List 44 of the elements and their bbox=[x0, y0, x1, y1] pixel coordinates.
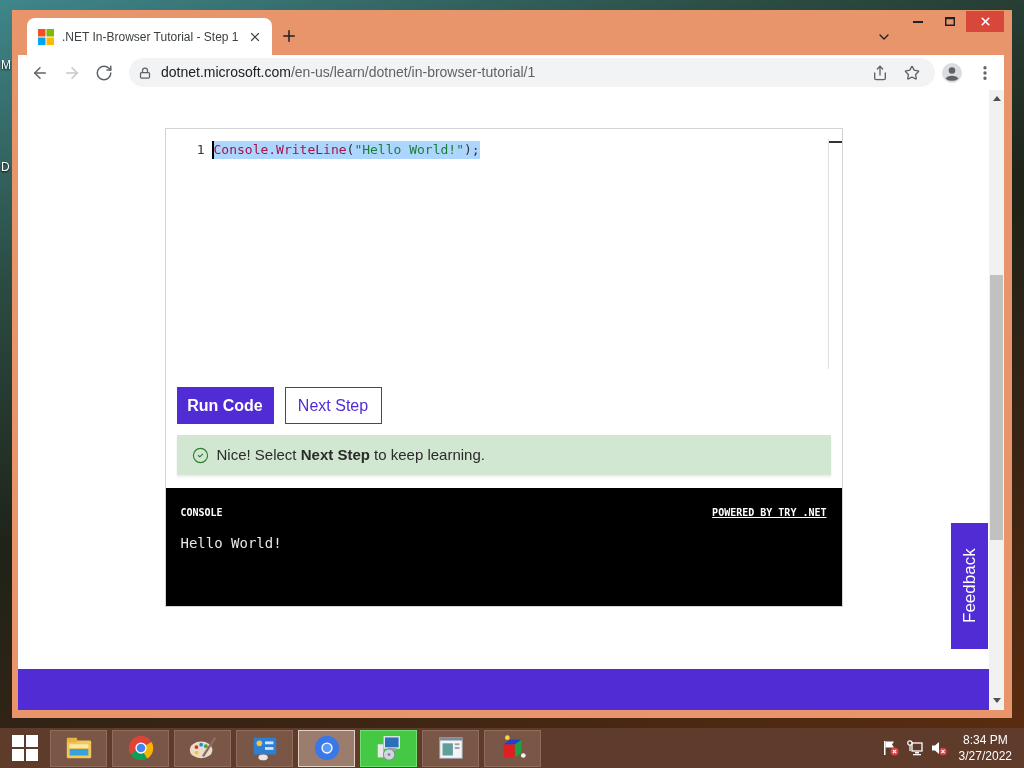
text-cursor bbox=[211, 141, 214, 159]
lock-icon[interactable] bbox=[139, 66, 151, 79]
flag-error-icon[interactable] bbox=[882, 740, 899, 756]
line-number: 1 bbox=[195, 141, 205, 160]
page-scrollbar[interactable] bbox=[989, 90, 1004, 710]
profile-avatar-icon[interactable] bbox=[942, 62, 962, 83]
clock-date[interactable]: 3/27/2022 bbox=[958, 748, 1012, 764]
new-tab-icon[interactable] bbox=[280, 27, 298, 45]
windows-logo-icon bbox=[12, 735, 38, 761]
browser-tab[interactable]: .NET In-Browser Tutorial - Step 1 bbox=[27, 18, 272, 55]
minimize-icon bbox=[913, 20, 923, 23]
next-step-button[interactable]: Next Step bbox=[284, 387, 382, 424]
check-circle-icon bbox=[191, 446, 209, 464]
desktop-icon-label: M bbox=[1, 58, 11, 72]
maximize-icon bbox=[945, 17, 955, 26]
console-output: Hello World! bbox=[180, 534, 282, 552]
star-icon[interactable] bbox=[904, 64, 921, 81]
scroll-up-icon[interactable] bbox=[992, 96, 1001, 101]
network-icon[interactable] bbox=[906, 740, 923, 756]
desktop-icon-label: D bbox=[1, 160, 11, 174]
powered-by-link[interactable]: POWERED BY TRY .NET bbox=[712, 505, 827, 520]
taskbar-app-button[interactable] bbox=[50, 729, 107, 767]
clock-time[interactable]: 8:34 PM bbox=[962, 732, 1008, 748]
feedback-button[interactable]: Feedback bbox=[951, 523, 988, 649]
window-close-button[interactable] bbox=[966, 11, 1004, 32]
console-title: CONSOLE bbox=[180, 506, 223, 520]
url-text: dotnet.microsoft.com/en-us/learn/dotnet/in-browser-tutorial/1 bbox=[161, 63, 537, 82]
four-squares-logo-icon bbox=[38, 28, 54, 45]
close-icon bbox=[978, 15, 992, 28]
taskbar-app-button[interactable] bbox=[236, 729, 293, 767]
taskbar-app-button[interactable] bbox=[174, 729, 231, 767]
reload-icon[interactable] bbox=[95, 63, 113, 82]
taskbar-app-button[interactable] bbox=[360, 729, 417, 767]
scroll-down-icon[interactable] bbox=[992, 698, 1001, 703]
scrollbar-thumb[interactable] bbox=[990, 275, 1003, 540]
tab-title: .NET In-Browser Tutorial - Step 1 bbox=[62, 28, 240, 46]
speaker-muted-icon[interactable] bbox=[930, 740, 947, 756]
address-bar[interactable]: dotnet.microsoft.com/en-us/learn/dotnet/in-browser-tutorial/1 bbox=[129, 58, 936, 87]
taskbar-app-button[interactable] bbox=[422, 729, 479, 767]
alert-message: Nice! Select Next Step to keep learning. bbox=[216, 444, 485, 465]
share-icon[interactable] bbox=[872, 64, 889, 81]
scroll-position-marker bbox=[828, 141, 842, 143]
run-code-button[interactable]: Run Code bbox=[176, 387, 274, 424]
taskbar-app-button[interactable] bbox=[112, 729, 169, 767]
